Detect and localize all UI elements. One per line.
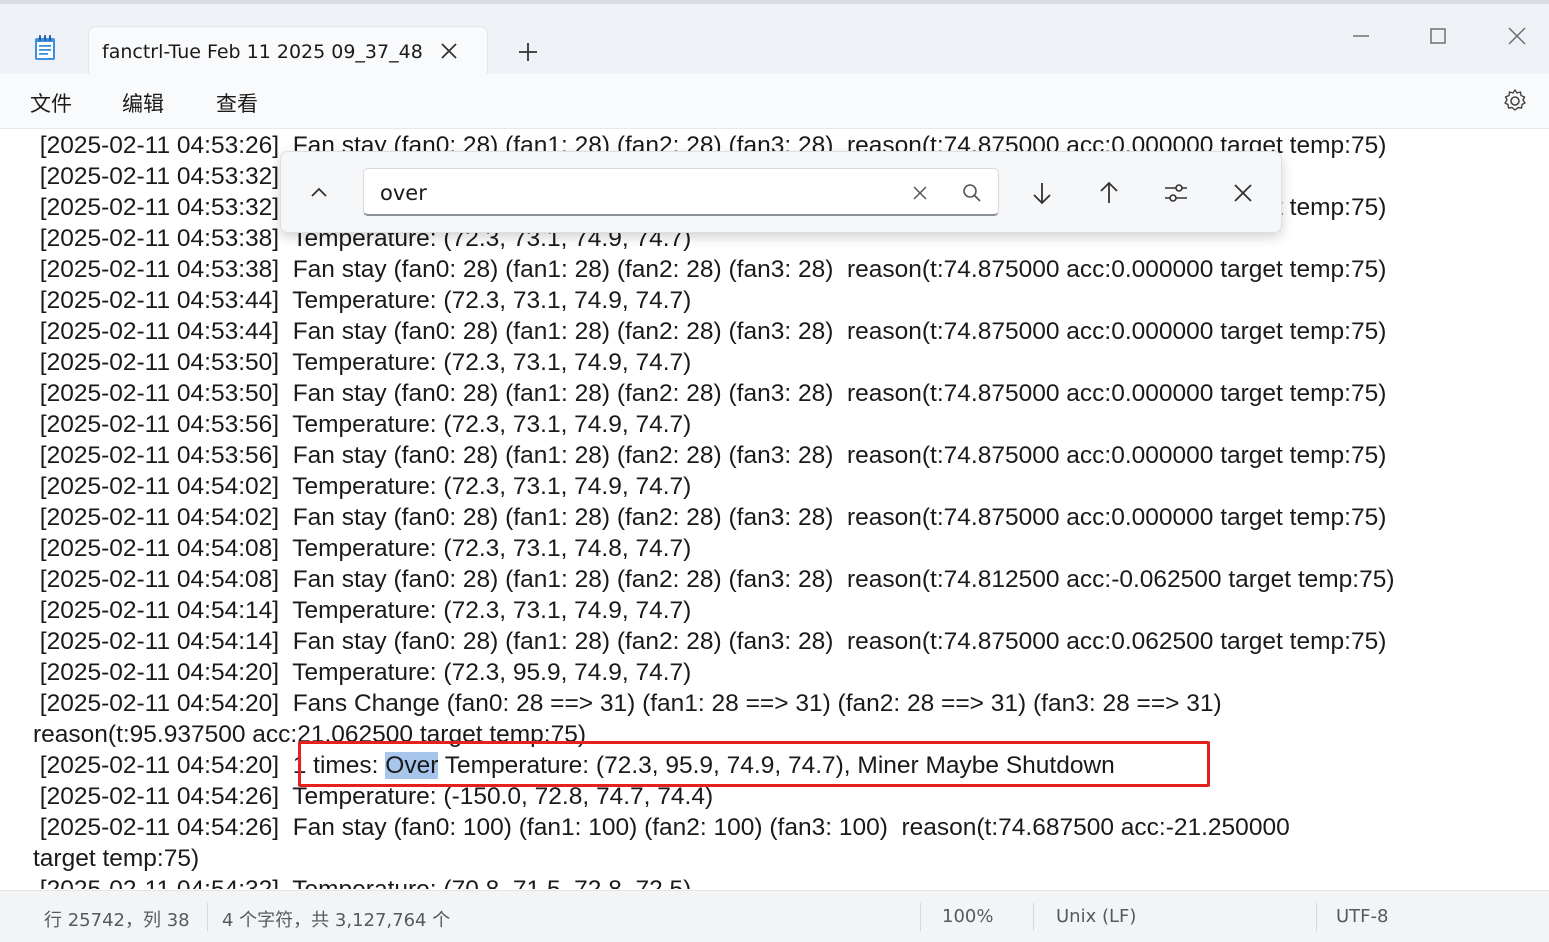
encoding[interactable]: UTF-8: [1336, 906, 1388, 927]
search-options-icon[interactable]: [1162, 179, 1190, 207]
log-line: [2025-02-11 04:53:38] Fan stay (fan0: 28…: [33, 256, 1387, 283]
log-line: [2025-02-11 04:53:56] Temperature: (72.3…: [33, 411, 692, 438]
log-line: target temp:75): [33, 845, 200, 872]
log-line: [2025-02-11 04:54:14] Temperature: (72.3…: [33, 597, 692, 624]
search-icon[interactable]: [958, 179, 986, 207]
gear-icon[interactable]: [1501, 87, 1529, 115]
find-previous-icon[interactable]: [1095, 179, 1123, 207]
status-divider: [207, 903, 208, 931]
menu-view[interactable]: 查看: [216, 88, 258, 118]
log-line: [2025-02-11 04:54:02] Fan stay (fan0: 28…: [33, 504, 1387, 531]
title-bar: fanctrl-Tue Feb 11 2025 09_37_48 G: [0, 0, 1549, 78]
new-tab-button[interactable]: [514, 38, 542, 66]
status-divider: [1033, 903, 1034, 931]
log-line: [2025-02-11 04:54:02] Temperature: (72.3…: [33, 473, 692, 500]
find-next-icon[interactable]: [1028, 179, 1056, 207]
zoom-level[interactable]: 100%: [942, 906, 993, 927]
document-tab[interactable]: fanctrl-Tue Feb 11 2025 09_37_48 G: [88, 26, 488, 78]
find-bar: over: [280, 151, 1282, 233]
status-divider: [1316, 903, 1317, 931]
log-line: [2025-02-11 04:54:08] Fan stay (fan0: 28…: [33, 566, 1395, 593]
collapse-replace-icon[interactable]: [305, 179, 333, 207]
maximize-button[interactable]: [1424, 22, 1452, 50]
close-window-button[interactable]: [1503, 22, 1531, 50]
log-line: [2025-02-11 04:53:50] Fan stay (fan0: 28…: [33, 380, 1387, 407]
close-find-icon[interactable]: [1229, 179, 1257, 207]
log-line: [2025-02-11 04:54:20] Temperature: (72.3…: [33, 659, 692, 686]
tab-title: fanctrl-Tue Feb 11 2025 09_37_48 G: [102, 41, 422, 63]
log-line: [2025-02-11 04:53:56] Fan stay (fan0: 28…: [33, 442, 1387, 469]
find-input[interactable]: over: [363, 168, 999, 216]
log-line: [2025-02-11 04:54:20] Fans Change (fan0:…: [33, 690, 1222, 717]
clear-search-icon[interactable]: [906, 179, 934, 207]
status-divider: [920, 903, 921, 931]
log-line: [2025-02-11 04:53:50] Temperature: (72.3…: [33, 349, 692, 376]
minimize-button[interactable]: [1347, 22, 1375, 50]
log-line: [2025-02-11 04:54:32] Temperature: (70.8…: [33, 874, 692, 889]
menu-edit[interactable]: 编辑: [122, 88, 164, 118]
find-query: over: [380, 181, 427, 205]
log-line: [2025-02-11 04:53:44] Temperature: (72.3…: [33, 287, 692, 314]
cursor-position[interactable]: 行 25742，列 38: [44, 906, 190, 932]
line-ending[interactable]: Unix (LF): [1056, 906, 1136, 927]
status-bar: 行 25742，列 38 4 个字符，共 3,127,764 个 100% Un…: [0, 890, 1549, 942]
notepad-icon: [32, 34, 58, 62]
close-tab-icon[interactable]: [437, 39, 461, 63]
annotation-highlight-box: [298, 741, 1210, 787]
log-line: [2025-02-11 04:53:44] Fan stay (fan0: 28…: [33, 318, 1387, 345]
log-line: [2025-02-11 04:54:26] Fan stay (fan0: 10…: [33, 814, 1290, 841]
selection-count: 4 个字符，共 3,127,764 个: [222, 910, 451, 931]
menu-bar: 文件 编辑 查看: [0, 74, 1549, 129]
menu-file[interactable]: 文件: [30, 88, 72, 118]
log-line: [2025-02-11 04:54:14] Fan stay (fan0: 28…: [33, 628, 1387, 655]
log-line: [2025-02-11 04:54:08] Temperature: (72.3…: [33, 535, 692, 562]
